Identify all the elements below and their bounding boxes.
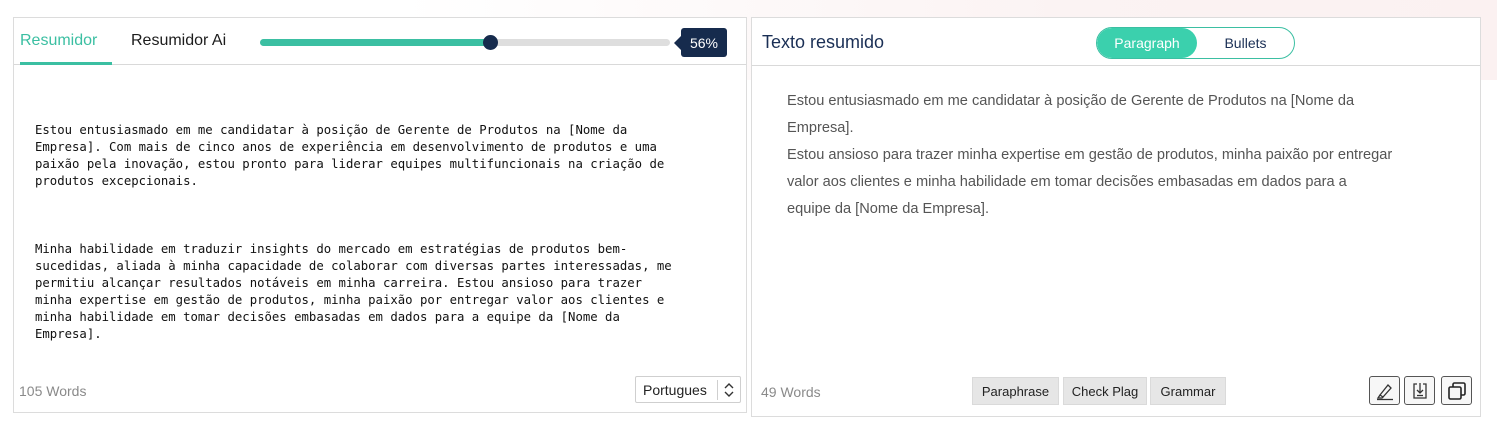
check-plag-button[interactable]: Check Plag bbox=[1063, 377, 1147, 405]
input-panel: Resumidor Resumidor Ai 56% Estou entusia… bbox=[13, 17, 747, 413]
output-line: Empresa]. bbox=[787, 120, 854, 136]
language-select-value: Portugues bbox=[643, 381, 707, 398]
output-header: Texto resumido Paragraph Bullets bbox=[752, 18, 1480, 66]
input-word-count: 105 Words bbox=[19, 383, 87, 399]
copy-icon bbox=[1447, 381, 1466, 400]
output-line: valor aos clientes e minha habilidade em… bbox=[787, 174, 1347, 190]
slider-handle[interactable] bbox=[483, 35, 498, 50]
input-header: Resumidor Resumidor Ai 56% bbox=[14, 18, 746, 65]
chevron-updown-icon bbox=[724, 383, 734, 397]
grammar-button[interactable]: Grammar bbox=[1150, 377, 1226, 405]
tab-resumidor[interactable]: Resumidor bbox=[20, 32, 112, 65]
paraphrase-button[interactable]: Paraphrase bbox=[972, 377, 1059, 405]
slider-fill bbox=[260, 39, 490, 46]
language-select[interactable]: Portugues bbox=[635, 376, 741, 403]
output-title: Texto resumido bbox=[762, 32, 885, 52]
input-textarea[interactable]: Estou entusiasmado em me candidatar à po… bbox=[35, 88, 735, 394]
output-line: Estou entusiasmado em me candidatar à po… bbox=[787, 93, 1355, 109]
download-button[interactable] bbox=[1404, 376, 1435, 405]
output-panel: Texto resumido Paragraph Bullets Estou e… bbox=[751, 17, 1481, 417]
download-icon bbox=[1412, 382, 1427, 399]
copy-button[interactable] bbox=[1441, 376, 1472, 405]
output-format-toggle: Paragraph Bullets bbox=[1096, 27, 1295, 59]
output-line: Estou ansioso para trazer minha expertis… bbox=[787, 147, 1393, 163]
input-paragraph-2: Minha habilidade em traduzir insights do… bbox=[35, 242, 672, 341]
toggle-paragraph[interactable]: Paragraph bbox=[1097, 28, 1197, 58]
summary-output: Estou entusiasmado em me candidatar à po… bbox=[787, 88, 1452, 223]
slider-percent-badge: 56% bbox=[674, 28, 727, 57]
highlighter-icon bbox=[1376, 383, 1393, 400]
highlight-button[interactable] bbox=[1369, 376, 1400, 405]
output-word-count: 49 Words bbox=[761, 384, 821, 400]
output-line: equipe da [Nome da Empresa]. bbox=[787, 201, 989, 217]
tab-resumidor-ai[interactable]: Resumidor Ai bbox=[131, 32, 226, 65]
select-divider bbox=[717, 380, 718, 400]
toggle-bullets[interactable]: Bullets bbox=[1197, 28, 1294, 58]
input-paragraph-1: Estou entusiasmado em me candidatar à po… bbox=[35, 123, 665, 188]
summary-length-slider[interactable] bbox=[260, 35, 670, 50]
